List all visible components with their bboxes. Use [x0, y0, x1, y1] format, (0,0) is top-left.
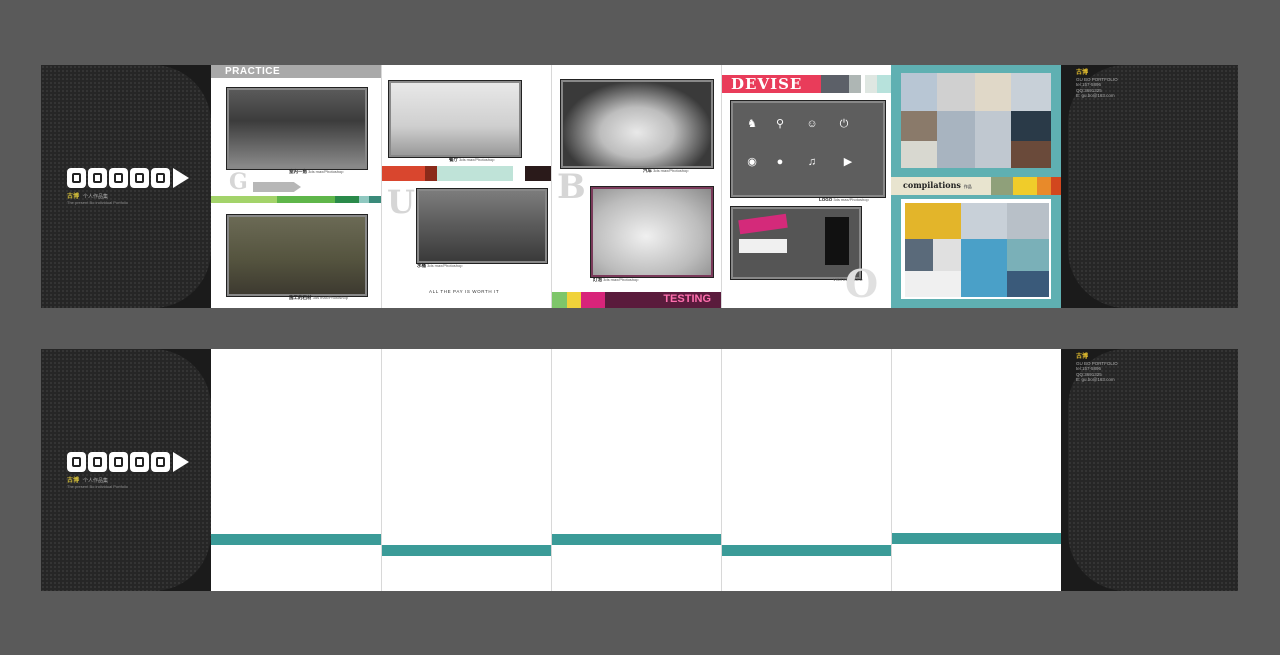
compilations-title: compilations [903, 180, 961, 190]
letter-u: U [387, 183, 415, 221]
car-software: 3ds max/Photoshop [653, 168, 689, 173]
business-cards-photo [731, 207, 861, 279]
face-icon: ☺ [806, 118, 818, 130]
logo-caption: LOGO [819, 197, 833, 202]
blank-panel-1 [211, 349, 381, 591]
front-cover: 古博 个人作品集 The present Bo individual Portfo… [41, 349, 211, 591]
contact-block: 古博 GU BO PORTFOLIO tel:157-5896 QQ:36913… [1076, 354, 1118, 383]
brand-logo: 古博 个人作品集 The present Bo individual Portfo… [67, 168, 189, 205]
brand-tagline: The present Bo individual Portfolio [67, 200, 128, 205]
practice-title: PRACTICE [225, 66, 281, 77]
car-photo [561, 80, 713, 168]
pencil-tip-icon [173, 168, 189, 188]
compilations-suffix: 作品 [963, 184, 972, 189]
teal-band [551, 534, 721, 545]
blank-panel-3 [551, 349, 721, 591]
contact-block: 古博 GU BO PORTFOLIO tel:157-5896 QQ:36913… [1076, 70, 1118, 99]
devise-header: DEVISE [721, 75, 821, 93]
barrels-software: 3ds max/Photoshop [427, 263, 463, 268]
logo-sheet: ♞ ⚲ ☺ ⏻ ◉ ● ♫ ▶ [731, 101, 885, 197]
drop-icon: ● [776, 156, 784, 168]
bc-monogram-icon: ◉ [747, 156, 757, 168]
collage-top [901, 73, 1051, 168]
blank-panel-2 [381, 349, 551, 591]
sound-icon: ♫ [807, 156, 817, 168]
contact-line: E: gu.bo@163.com [1076, 377, 1115, 382]
car-caption: 汽车 [643, 168, 652, 173]
barrels-photo [417, 189, 547, 263]
panel-testing: 汽车 3ds max/Photoshop B 灯泡 3ds max/Photos… [551, 65, 721, 308]
front-cover: 古博 个人作品集 The present Bo individual Portfo… [41, 65, 211, 308]
testing-title: TESTING [663, 293, 711, 305]
teal-band [211, 534, 381, 545]
letter-b: B [557, 167, 586, 207]
logo-software: 3ds max/Photoshop [833, 197, 869, 202]
interior-software: 3ds max/Photoshop [308, 169, 344, 174]
person-icon: ⚲ [775, 118, 785, 130]
bulb-photo [591, 187, 713, 277]
pencil-logo-mark [67, 168, 189, 188]
brand-logo: 古博 个人作品集 The present Bo individual Portfo… [67, 452, 189, 489]
kitchen-photo [389, 81, 521, 157]
pencil-logo-mark [67, 452, 189, 472]
panel-devise: DEVISE ♞ ⚲ ☺ ⏻ ◉ ● ♫ ▶ LOGO 3ds max/Phot… [721, 65, 891, 308]
kitchen-software: 3ds max/Photoshop [459, 157, 495, 162]
letter-o: O [845, 261, 879, 306]
teal-band [891, 533, 1061, 544]
teal-band [381, 545, 551, 556]
panel-compilations: compilations 作品 [891, 65, 1061, 308]
panel-practice: PRACTICE 室内一角 3ds max/Photoshop G 施工的石材 … [211, 65, 381, 308]
bulb-caption: 灯泡 [593, 277, 602, 282]
practice-header: PRACTICE [211, 65, 381, 78]
letter-g: G [229, 169, 248, 195]
pencil-brand-icon: ▶ [843, 156, 853, 168]
portfolio-spread-top: 古博 个人作品集 The present Bo individual Portfo… [41, 65, 1238, 308]
pencil-shape [253, 182, 301, 192]
bulb-software: 3ds max/Photoshop [603, 277, 639, 282]
brand-tagline: The present Bo individual Portfolio [67, 484, 128, 489]
interior-caption: 室内一角 [289, 169, 307, 174]
back-cover: 古博 GU BO PORTFOLIO tel:157-5896 QQ:36913… [1068, 349, 1238, 591]
blank-panel-5 [891, 349, 1061, 591]
devise-title: DEVISE [731, 75, 803, 93]
stone-wall-photo [227, 215, 367, 296]
back-cover: 古博 GU BO PORTFOLIO tel:157-5896 QQ:36913… [1068, 65, 1238, 308]
portfolio-spread-bottom: 古博 个人作品集 The present Bo individual Portfo… [41, 349, 1238, 591]
interior-photo [227, 88, 367, 169]
horse-head-icon: ♞ [747, 118, 757, 130]
barrels-caption: 水桶 [417, 263, 426, 268]
panel-kitchen: 餐厅 3ds max/Photoshop U 水桶 3ds max/Photos… [381, 65, 551, 308]
collage-bottom [905, 203, 1049, 297]
stone-software: 3ds max/Photoshop [312, 295, 348, 300]
testing-header: TESTING [605, 292, 721, 308]
contact-line: E: gu.bo@163.com [1076, 93, 1115, 98]
kitchen-caption: 餐厅 [449, 157, 458, 162]
pencil-tip-icon [173, 452, 189, 472]
motto-text: ALL THE PAY IS WORTH IT [429, 289, 500, 294]
stone-caption: 施工的石材 [289, 295, 312, 300]
power-icon: ⏻ [839, 118, 849, 130]
teal-band [721, 545, 891, 556]
blank-panel-4 [721, 349, 891, 591]
